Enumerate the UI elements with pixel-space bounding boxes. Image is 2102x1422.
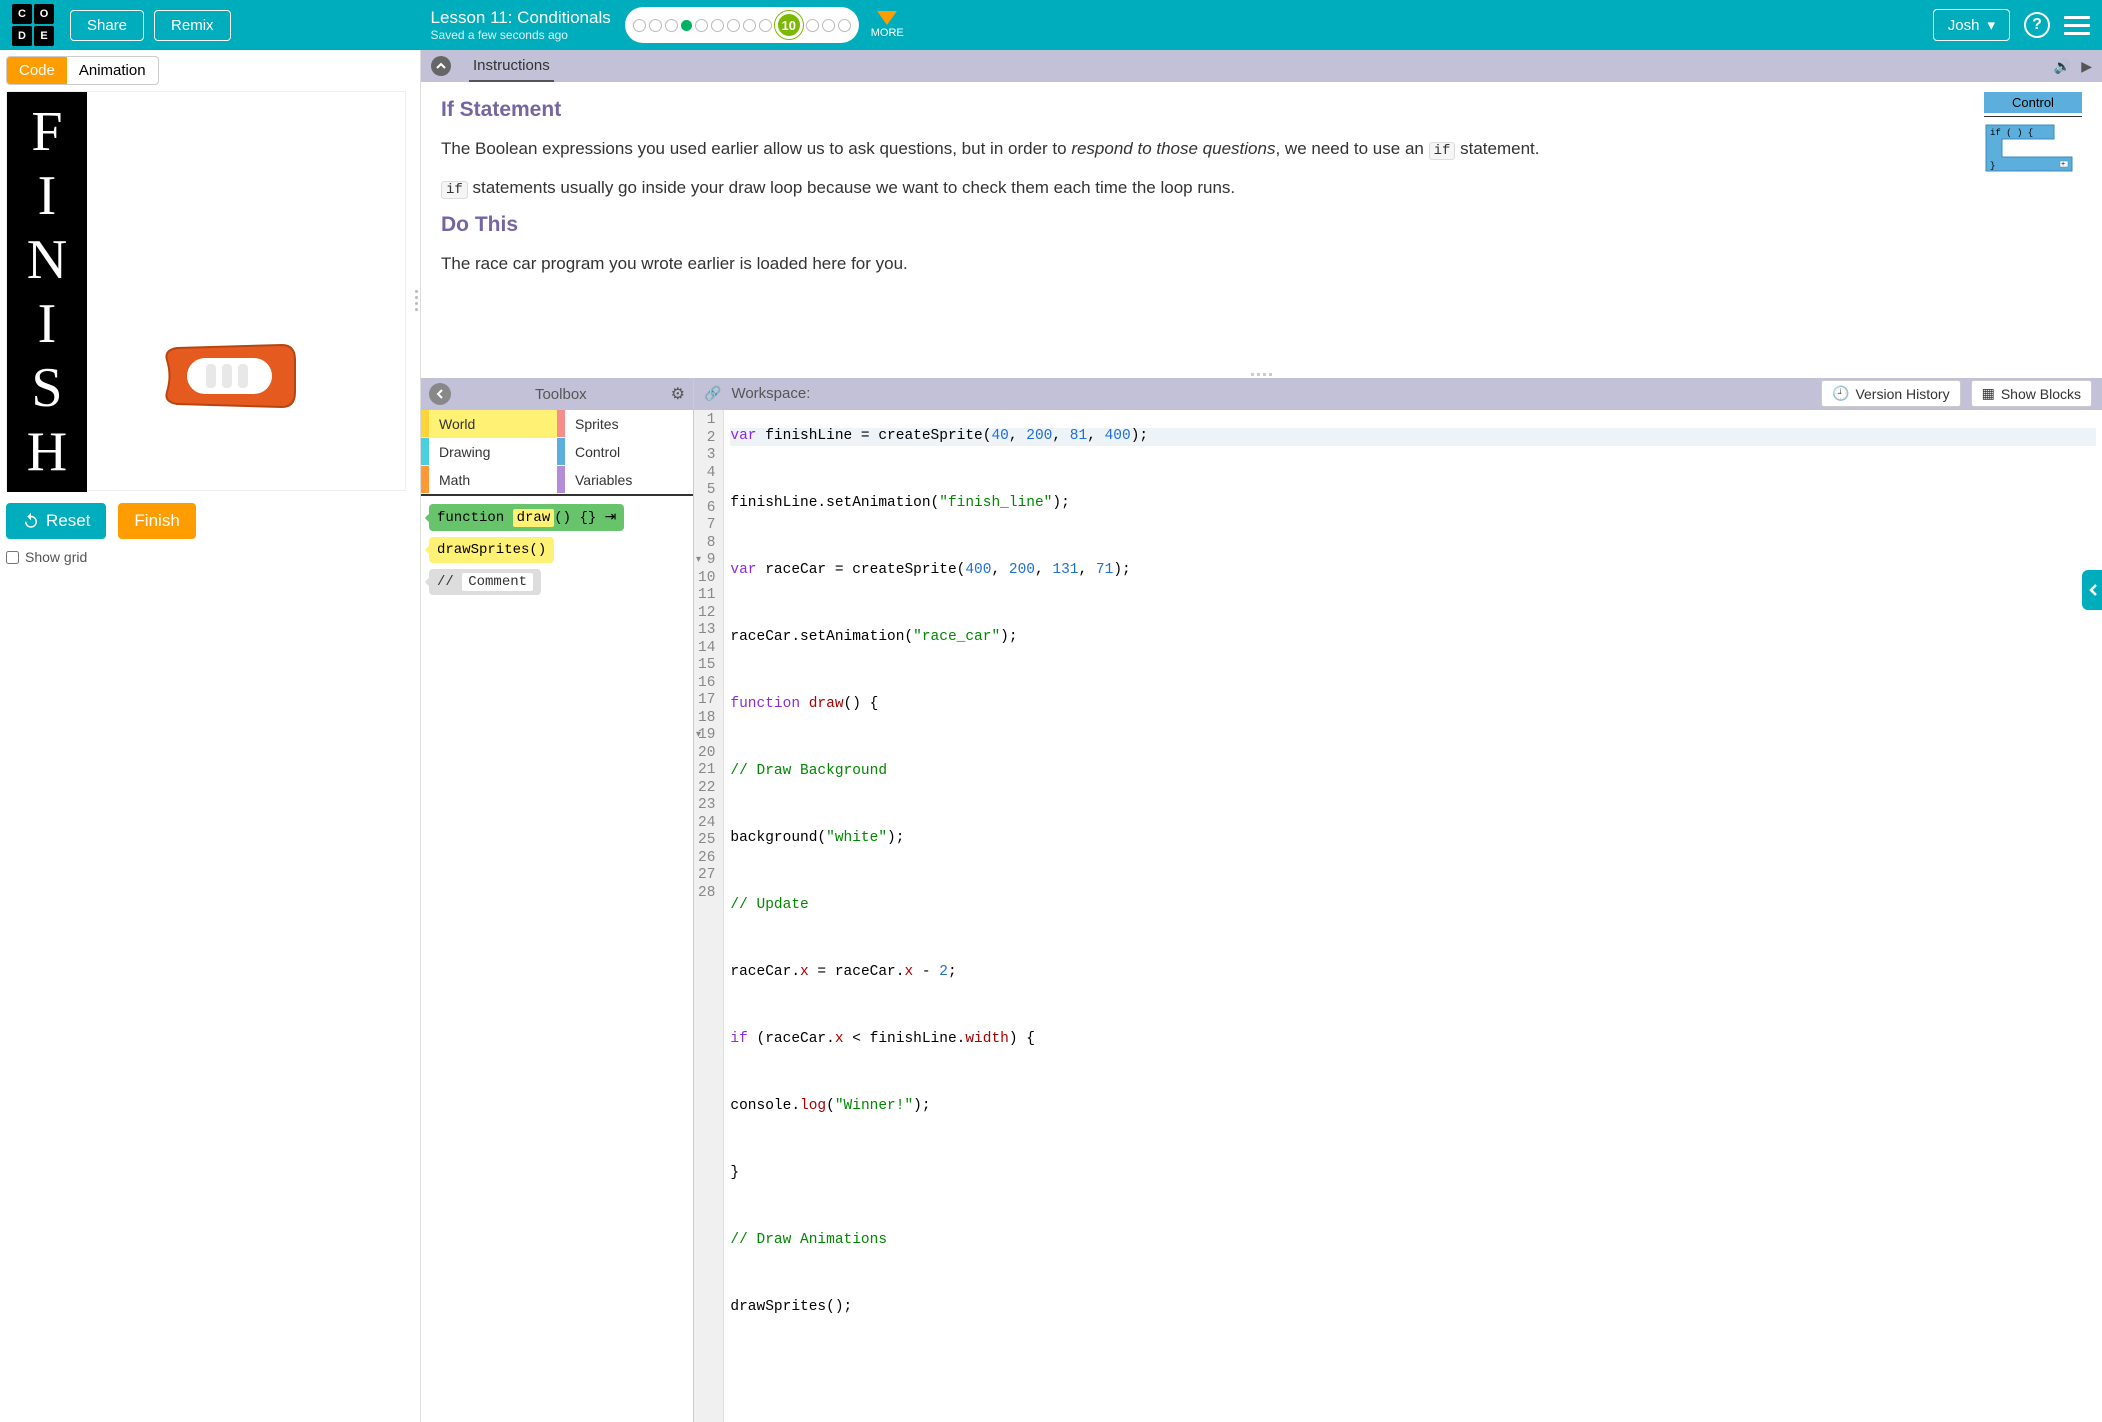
category-math[interactable]: Math — [421, 466, 557, 494]
svg-text:+: + — [2061, 161, 2065, 168]
control-example: Control if ( ) { } + — [1984, 92, 2082, 176]
block-function-draw[interactable]: function draw() {} ⇥ — [429, 504, 624, 531]
race-car-sprite — [162, 340, 297, 412]
line-gutter: 12345678▾9101112131415161718▾19202122232… — [694, 410, 724, 1422]
saved-status: Saved a few seconds ago — [431, 28, 611, 42]
blocks-icon: ▦ — [1982, 385, 1995, 402]
workspace-header: 🔗 Workspace: 🕘Version History ▦Show Bloc… — [694, 378, 2102, 410]
progress-dot[interactable] — [838, 19, 851, 32]
show-blocks-button[interactable]: ▦Show Blocks — [1971, 380, 2092, 407]
instructions-tab[interactable]: Instructions — [469, 51, 554, 82]
progress-dot[interactable] — [759, 19, 772, 32]
hamburger-icon[interactable] — [2064, 16, 2090, 35]
workspace-label: Workspace: — [731, 385, 810, 402]
show-grid-checkbox[interactable] — [6, 551, 19, 564]
show-grid-toggle[interactable]: Show grid — [6, 549, 414, 565]
category-control[interactable]: Control — [557, 438, 693, 466]
reset-icon — [22, 512, 40, 530]
progress-diamond[interactable] — [678, 17, 694, 33]
code-content[interactable]: var finishLine = createSprite(40, 200, 8… — [724, 410, 2102, 1422]
clock-icon: 🕘 — [1832, 385, 1849, 402]
header: CODE Share Remix Lesson 11: Conditionals… — [0, 0, 2102, 50]
collapse-icon[interactable] — [431, 56, 451, 76]
sound-icon[interactable]: 🔊 — [2054, 58, 2071, 75]
link-icon: 🔗 — [704, 385, 721, 402]
progress-dot[interactable] — [743, 19, 756, 32]
help-icon[interactable]: ? — [2024, 12, 2050, 38]
do-this-heading: Do This — [441, 213, 2082, 237]
progress-current[interactable]: 10 — [775, 11, 803, 39]
progress-dot[interactable] — [711, 19, 724, 32]
progress-dot[interactable] — [649, 19, 662, 32]
share-button[interactable]: Share — [70, 10, 144, 41]
code-editor[interactable]: 12345678▾9101112131415161718▾19202122232… — [694, 410, 2102, 1422]
gear-icon[interactable]: ⚙ — [671, 384, 685, 404]
instructions-heading: If Statement — [441, 98, 2082, 122]
instructions-header: Instructions 🔊 ▶ — [421, 50, 2102, 82]
if-block-icon: if ( ) { } + — [1984, 123, 2074, 173]
pull-tab[interactable] — [2082, 570, 2102, 610]
progress-dot[interactable] — [633, 19, 646, 32]
progress-dot[interactable] — [727, 19, 740, 32]
instructions-text: if statements usually go inside your dra… — [441, 175, 2082, 202]
lesson-info: Lesson 11: Conditionals Saved a few seco… — [431, 8, 611, 42]
tab-code[interactable]: Code — [7, 57, 67, 84]
progress-dot[interactable] — [665, 19, 678, 32]
progress-dot[interactable] — [822, 19, 835, 32]
version-history-button[interactable]: 🕘Version History — [1821, 380, 1961, 407]
horizontal-resize-handle[interactable] — [421, 370, 2102, 378]
lesson-title: Lesson 11: Conditionals — [431, 8, 611, 28]
triangle-down-icon — [877, 11, 897, 25]
left-panel: Code Animation FINISH Reset Finish — [0, 50, 420, 1422]
finish-button[interactable]: Finish — [118, 503, 195, 539]
toolbox: Toolbox ⚙ World Sprites Drawing Control … — [421, 378, 694, 1422]
reset-button[interactable]: Reset — [6, 503, 106, 539]
canvas[interactable]: FINISH — [6, 91, 406, 491]
remix-button[interactable]: Remix — [154, 10, 231, 41]
vertical-resize-handle[interactable] — [415, 290, 418, 311]
chevron-down-icon: ▾ — [1987, 16, 1995, 34]
tab-animation[interactable]: Animation — [67, 57, 158, 84]
left-tabs: Code Animation — [6, 56, 159, 85]
user-menu[interactable]: Josh ▾ — [1933, 9, 2010, 41]
chevron-left-icon — [2088, 583, 2098, 597]
toolbox-title: Toolbox — [451, 386, 671, 403]
instructions-text: The Boolean expressions you used earlier… — [441, 136, 2082, 163]
category-variables[interactable]: Variables — [557, 466, 693, 494]
category-drawing[interactable]: Drawing — [421, 438, 557, 466]
category-world[interactable]: World — [421, 410, 557, 438]
category-sprites[interactable]: Sprites — [557, 410, 693, 438]
more-button[interactable]: MORE — [871, 11, 904, 39]
instructions-text: The race car program you wrote earlier i… — [441, 251, 2082, 277]
progress-bar[interactable]: 10 — [625, 7, 859, 43]
logo[interactable]: CODE — [12, 4, 54, 46]
progress-dot[interactable] — [695, 19, 708, 32]
block-comment[interactable]: // Comment — [429, 569, 541, 595]
block-drawsprites[interactable]: drawSprites() — [429, 537, 554, 563]
progress-dot[interactable] — [806, 19, 819, 32]
right-panel: Instructions 🔊 ▶ Control if ( ) { } + If… — [420, 50, 2102, 1422]
toolbox-back-icon[interactable] — [429, 383, 451, 405]
svg-text:if ( ) {: if ( ) { — [1990, 128, 2033, 138]
svg-text:}: } — [1990, 161, 1995, 171]
play-icon[interactable]: ▶ — [2081, 58, 2092, 75]
instructions-body: Control if ( ) { } + If Statement The Bo… — [421, 82, 2102, 370]
finish-line-sprite: FINISH — [7, 92, 87, 492]
